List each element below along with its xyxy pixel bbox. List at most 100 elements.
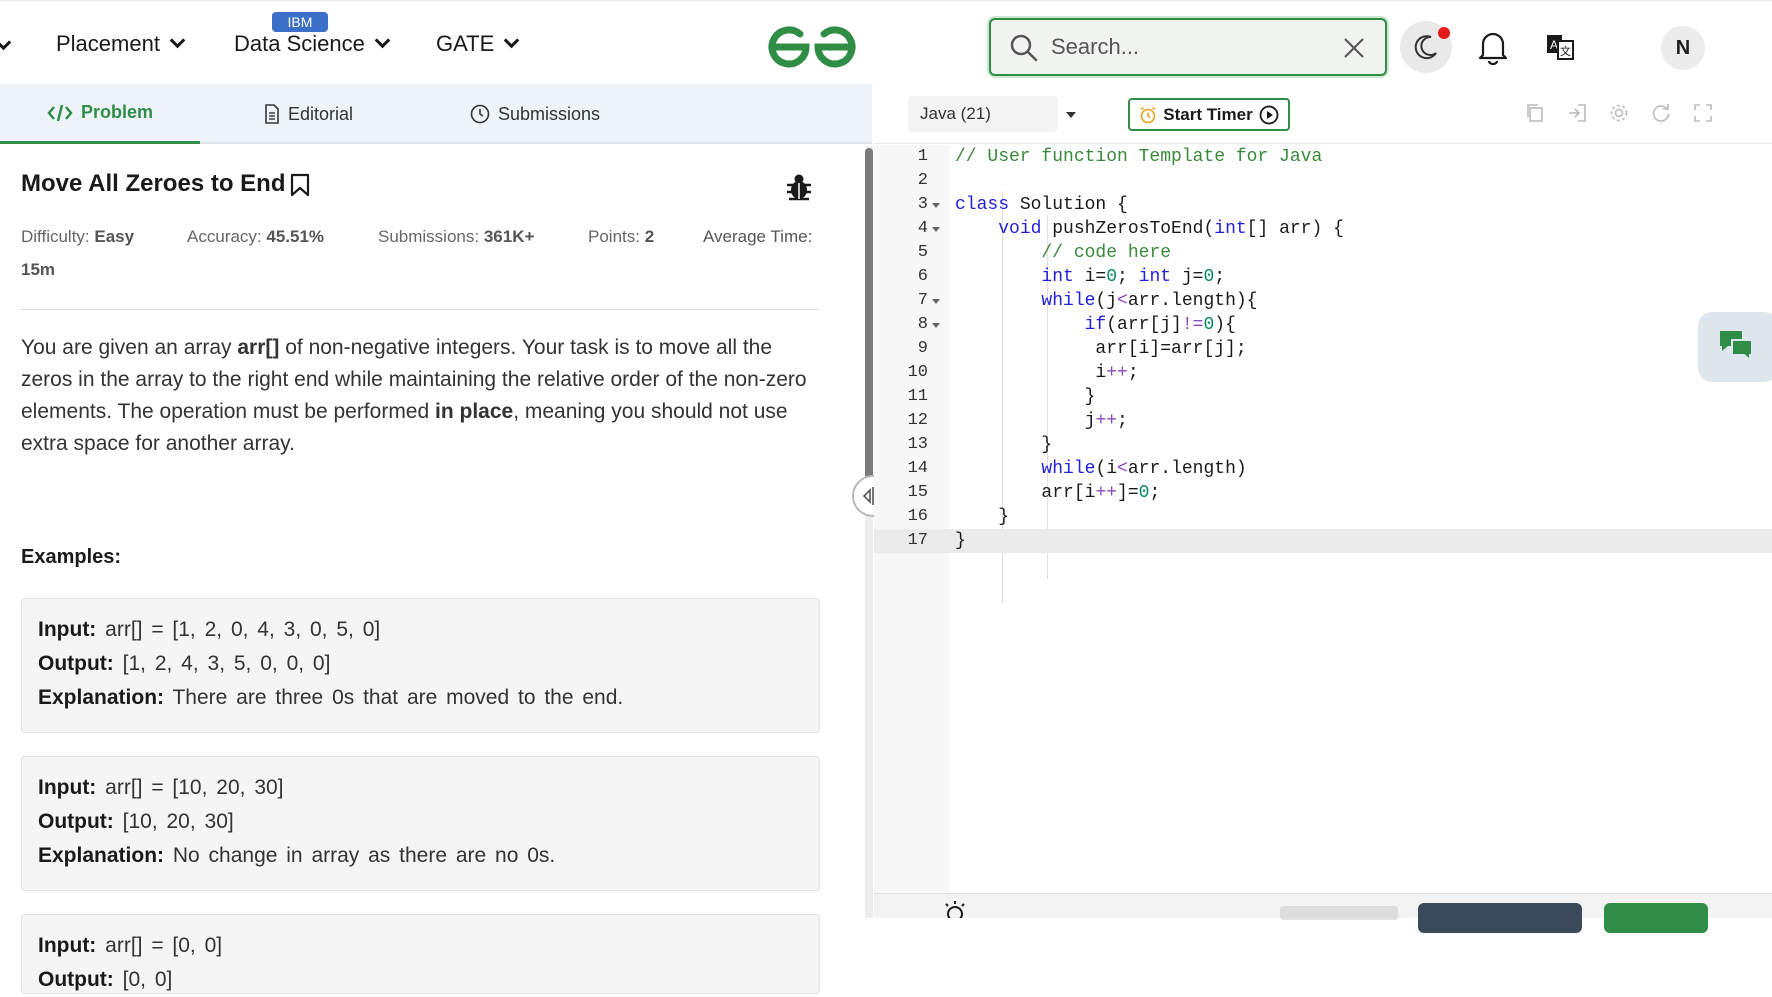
code-line[interactable]: 8 if(arr[j]!=0){ [874, 313, 1772, 337]
code-line[interactable]: 11 } [874, 385, 1772, 409]
example-block: Input: arr[] = [10, 20, 30] Output: [10,… [21, 756, 820, 891]
code-line[interactable]: 2 [874, 169, 1772, 193]
desc-text: You are given an array [21, 336, 238, 359]
line-number: 5 [917, 243, 928, 262]
points-value: 2 [644, 227, 655, 246]
alarm-icon [1140, 106, 1156, 123]
scrollbar-thumb[interactable] [865, 148, 873, 484]
line-number: 4 [917, 219, 928, 238]
fold-caret-icon[interactable] [932, 323, 940, 328]
code-line[interactable]: 16 } [874, 505, 1772, 529]
nav-data-science[interactable]: Data Science [234, 31, 391, 57]
code-line[interactable]: 17} [874, 529, 1772, 553]
line-number: 15 [907, 483, 928, 502]
bug-report-icon[interactable] [785, 172, 813, 202]
search-input[interactable] [1051, 30, 1331, 64]
code-line[interactable]: 3 class Solution { [874, 193, 1772, 217]
example-explanation: Explanation: No change in array as there… [38, 844, 556, 867]
example-output: Output: [0, 0] [38, 968, 173, 991]
tab-submissions[interactable]: Submissions [470, 84, 600, 144]
chat-button[interactable] [1698, 312, 1772, 382]
example-block: Input: arr[] = [0, 0] Output: [0, 0] [21, 914, 820, 994]
chevron-down-icon [374, 32, 391, 49]
problem-title-row: Move All Zeroes to End [21, 170, 311, 198]
submissions-value: 361K+ [483, 227, 535, 246]
accuracy-value: 45.51% [266, 227, 325, 246]
fold-caret-icon[interactable] [932, 299, 940, 304]
code-line[interactable]: 15 arr[i++]=0; [874, 481, 1772, 505]
bell-icon[interactable] [1477, 29, 1509, 65]
code-text: if(arr[j]!=0){ [1084, 315, 1236, 335]
example-input: Input: arr[] = [10, 20, 30] [38, 776, 284, 799]
line-number: 12 [907, 411, 928, 430]
code-line[interactable]: 9 arr[i]=arr[j]; [874, 337, 1772, 361]
search-box[interactable] [989, 18, 1387, 76]
code-line[interactable]: 14 while(i<arr.length) [874, 457, 1772, 481]
points: Points: 2 [588, 227, 655, 246]
code-text: } [955, 387, 1096, 407]
code-line[interactable]: 1 // User function Template for Java [874, 145, 1772, 169]
bulb-icon[interactable] [940, 900, 970, 918]
code-text: arr[i]=arr[j]; [955, 339, 1247, 359]
fullscreen-icon[interactable] [1692, 102, 1714, 124]
gear-icon[interactable] [1608, 102, 1630, 124]
clock-icon [470, 104, 490, 124]
code-line[interactable]: 6 int i=0; int j=0; [874, 265, 1772, 289]
code-text: } [955, 507, 1010, 527]
code-text: while(i<arr.length) [1041, 459, 1247, 479]
code-text: int i=0; int j=0; [1041, 267, 1226, 287]
start-timer-button[interactable]: Start Timer [1128, 98, 1290, 131]
timer-label: Start Timer [1163, 104, 1253, 124]
editor-toolbar: Java (21) Start Timer [874, 84, 1772, 144]
code-line[interactable]: 4 void pushZerosToEnd(int[] arr) { [874, 217, 1772, 241]
example-explanation: Explanation: There are three 0s that are… [38, 686, 624, 709]
line-number: 3 [917, 195, 928, 214]
tab-label: Submissions [498, 103, 601, 124]
chevron-down-icon[interactable] [0, 34, 12, 51]
code-text: arr[i++]=0; [955, 483, 1161, 503]
nav-gate[interactable]: GATE [436, 31, 520, 57]
editor-panel: Java (21) Start Timer 1 // User function… [874, 84, 1772, 918]
code-text: i++; [955, 363, 1139, 383]
difficulty-value: Easy [94, 227, 135, 246]
example-input: Input: arr[] = [1, 2, 0, 4, 3, 0, 5, 0] [38, 618, 381, 641]
language-select[interactable]: Java (21) [908, 96, 1076, 132]
gfg-logo[interactable] [766, 23, 858, 71]
tab-editorial[interactable]: Editorial [264, 84, 353, 144]
code-text: j++; [955, 411, 1128, 431]
code-text: } [955, 435, 1053, 455]
line-number: 11 [907, 387, 928, 406]
nav-label: GATE [436, 31, 495, 56]
example-output: Output: [1, 2, 4, 3, 5, 0, 0, 0] [38, 652, 331, 675]
reset-icon[interactable] [1650, 102, 1672, 124]
code-line[interactable]: 5 // code here [874, 241, 1772, 265]
code-line[interactable]: 10 i++; [874, 361, 1772, 385]
fold-caret-icon[interactable] [932, 203, 940, 208]
nav-label: Data Science [234, 31, 365, 56]
nav-placement[interactable]: Placement [56, 31, 186, 57]
close-icon[interactable] [1343, 37, 1365, 59]
submit-button[interactable] [1604, 903, 1708, 933]
code-line[interactable]: 12 j++; [874, 409, 1772, 433]
code-editor[interactable]: 1 // User function Template for Java 2 3 cla… [874, 145, 1772, 553]
code-line[interactable]: 7 while(j<arr.length){ [874, 289, 1772, 313]
import-icon[interactable] [1566, 102, 1588, 124]
code-line[interactable]: 13 } [874, 433, 1772, 457]
avg-time-label: Average Time: [703, 227, 813, 246]
line-number: 10 [907, 363, 928, 382]
line-number: 14 [907, 459, 928, 478]
fold-caret-icon[interactable] [932, 227, 940, 232]
compile-run-button[interactable] [1418, 903, 1582, 933]
tab-problem[interactable]: Problem [0, 84, 200, 144]
bookmark-icon[interactable] [289, 171, 311, 197]
copy-icon[interactable] [1524, 102, 1546, 124]
submissions: Submissions: 361K+ [378, 227, 535, 246]
code-text: void pushZerosToEnd(int[] arr) { [998, 219, 1344, 239]
avatar[interactable]: N [1661, 26, 1705, 70]
desc-inplace: in place [435, 400, 514, 423]
top-navbar: Placement IBM Data Science GATE A [0, 0, 1772, 84]
problem-description: You are given an array arr[] of non-nega… [21, 332, 811, 460]
line-number: 7 [917, 291, 928, 310]
translate-icon[interactable]: A 文 [1546, 34, 1574, 60]
line-number: 8 [917, 315, 928, 334]
